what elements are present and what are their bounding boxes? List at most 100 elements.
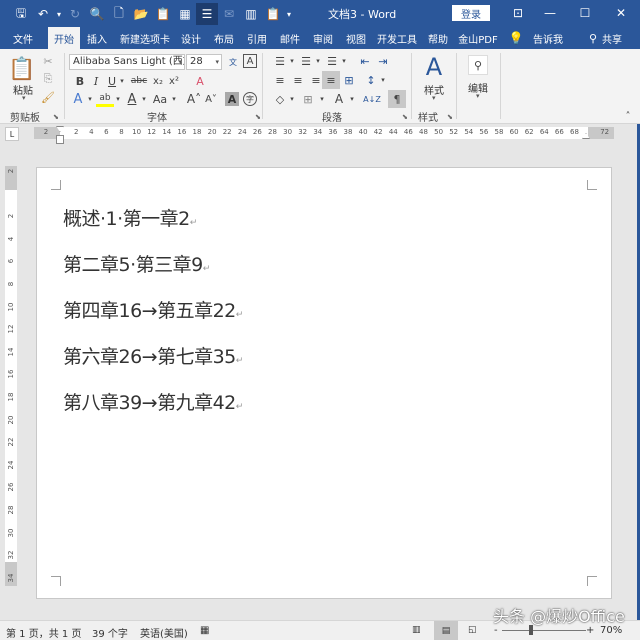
- underline-dropdown-icon[interactable]: ▾: [118, 73, 126, 89]
- clipboard-launcher-icon[interactable]: ⬊: [53, 113, 59, 121]
- tab-kingsoft-pdf[interactable]: 金山PDF: [456, 27, 500, 49]
- clipboard-icon[interactable]: 📋: [262, 3, 284, 25]
- chinese-layout-dropdown-icon[interactable]: ▾: [348, 91, 356, 107]
- text-effects-dropdown-icon[interactable]: ▾: [86, 91, 94, 107]
- chevron-down-icon[interactable]: ▾: [215, 55, 219, 69]
- horizontal-ruler[interactable]: 2 2 4 6 8 10 12 14 16 18 20 22 24 26 28 30 32 34 36 38 40 42 4…: [34, 126, 614, 144]
- tab-developer[interactable]: 开发工具: [374, 27, 420, 49]
- cut-icon[interactable]: ✂: [40, 53, 56, 69]
- open-folder-icon[interactable]: 📂: [130, 3, 152, 25]
- styles-launcher-icon[interactable]: ⬊: [447, 113, 453, 121]
- read-mode-view-icon[interactable]: ▥: [412, 625, 421, 635]
- document-paragraph[interactable]: 概述·1·第一章2↵: [63, 204, 197, 231]
- highlight-dropdown-icon[interactable]: ▾: [114, 91, 122, 107]
- email-icon[interactable]: ✉: [218, 3, 240, 25]
- paste-icon[interactable]: 📋: [8, 55, 35, 83]
- maximize-icon[interactable]: ☐: [570, 3, 600, 23]
- font-color-dropdown-icon[interactable]: ▾: [140, 91, 148, 107]
- web-layout-view-icon[interactable]: ◱: [468, 625, 477, 635]
- show-formatting-marks-button[interactable]: ¶: [388, 90, 406, 108]
- increase-indent-button[interactable]: ⇥: [375, 53, 391, 69]
- bullets-dropdown-icon[interactable]: ▾: [288, 53, 296, 69]
- document-paragraph[interactable]: 第四章16→第五章22↵: [63, 296, 243, 323]
- font-name-combobox[interactable]: Alibaba Sans Light (西文 ▾: [69, 54, 185, 70]
- enclose-characters-icon[interactable]: 字: [243, 92, 257, 106]
- collapse-ribbon-icon[interactable]: ˄: [622, 111, 634, 122]
- copy-icon[interactable]: ⎘: [40, 71, 56, 87]
- language-status[interactable]: 英语(美国): [140, 625, 188, 640]
- align-left-button[interactable]: ≡: [272, 72, 288, 88]
- chinese-layout-button[interactable]: A: [330, 91, 348, 107]
- paste-special-icon[interactable]: 📋: [152, 3, 174, 25]
- print-layout-view-icon[interactable]: ▤: [434, 621, 458, 640]
- tab-view[interactable]: 视图: [341, 27, 371, 49]
- italic-button[interactable]: I: [88, 73, 104, 89]
- font-size-combobox[interactable]: 28 ▾: [186, 54, 222, 70]
- font-launcher-icon[interactable]: ⬊: [255, 113, 261, 121]
- tab-selector[interactable]: L: [5, 127, 19, 141]
- paste-dropdown-icon[interactable]: ▾: [22, 94, 26, 102]
- read-mode-icon[interactable]: ☰: [196, 3, 218, 25]
- paragraph-launcher-icon[interactable]: ⬊: [402, 113, 408, 121]
- change-case-dropdown-icon[interactable]: ▾: [170, 91, 178, 107]
- tab-new-tab[interactable]: 新建选项卡: [116, 27, 174, 49]
- document-paragraph[interactable]: 第二章5·第三章9↵: [63, 250, 210, 277]
- minimize-icon[interactable]: —: [535, 3, 565, 23]
- tab-home[interactable]: 开始: [48, 27, 80, 49]
- new-document-icon[interactable]: 🗋: [108, 3, 130, 25]
- line-spacing-dropdown-icon[interactable]: ▾: [379, 72, 387, 88]
- editing-dropdown-icon[interactable]: ▾: [476, 92, 480, 100]
- print-preview-icon[interactable]: 🔍: [86, 3, 108, 25]
- ribbon-display-options-icon[interactable]: ⊡: [503, 3, 533, 23]
- format-painter-icon[interactable]: 🖌: [40, 89, 56, 105]
- superscript-button[interactable]: x²: [166, 73, 182, 89]
- chevron-down-icon[interactable]: ▾: [178, 55, 182, 69]
- decrease-indent-button[interactable]: ⇤: [357, 53, 373, 69]
- bullets-button[interactable]: ☰: [272, 53, 288, 69]
- tab-help[interactable]: 帮助: [424, 27, 452, 49]
- text-effects-icon[interactable]: A: [70, 91, 86, 107]
- word-count-status[interactable]: 39 个字: [92, 625, 128, 640]
- borders-dropdown-icon[interactable]: ▾: [318, 91, 326, 107]
- zoom-slider-track[interactable]: [502, 630, 586, 631]
- tab-references[interactable]: 引用: [242, 27, 272, 49]
- line-spacing-button[interactable]: ↕: [363, 72, 379, 88]
- sort-button[interactable]: A↓Z: [363, 91, 381, 107]
- save-icon[interactable]: 🖫: [10, 3, 32, 25]
- document-paragraph[interactable]: 第六章26→第七章35↵: [63, 342, 243, 369]
- document-page[interactable]: 概述·1·第一章2↵ 第二章5·第三章9↵ 第四章16→第五章22↵ 第六章26…: [36, 167, 612, 599]
- character-border-icon[interactable]: A: [243, 54, 257, 68]
- screenshot-icon[interactable]: ▦: [174, 3, 196, 25]
- document-paragraph[interactable]: 第八章39→第九章42↵: [63, 388, 243, 415]
- multilevel-dropdown-icon[interactable]: ▾: [340, 53, 348, 69]
- login-button[interactable]: 登录: [452, 5, 490, 21]
- tab-layout[interactable]: 布局: [209, 27, 239, 49]
- macro-recording-icon[interactable]: ▦: [200, 625, 209, 636]
- search-icon[interactable]: ⚲: [468, 55, 488, 75]
- tell-me-search[interactable]: 告诉我: [530, 27, 566, 49]
- borders-button[interactable]: ⊞: [300, 91, 316, 107]
- shading-dropdown-icon[interactable]: ▾: [288, 91, 296, 107]
- share-button[interactable]: 共享: [600, 27, 624, 49]
- change-case-button[interactable]: Aa: [150, 91, 170, 107]
- strikethrough-button[interactable]: abc: [128, 73, 150, 89]
- qat-customize-icon[interactable]: ▾: [284, 3, 294, 25]
- redo-icon[interactable]: ↻: [64, 3, 86, 25]
- left-indent-marker[interactable]: [56, 135, 64, 144]
- tab-file[interactable]: 文件: [6, 27, 40, 49]
- shading-button[interactable]: ◇: [272, 91, 288, 107]
- tab-mailings[interactable]: 邮件: [275, 27, 305, 49]
- styles-icon[interactable]: A: [420, 53, 448, 81]
- multilevel-list-button[interactable]: ☰: [324, 53, 340, 69]
- tab-review[interactable]: 审阅: [308, 27, 338, 49]
- numbering-button[interactable]: ☰: [298, 53, 314, 69]
- justify-button[interactable]: ≡: [322, 71, 340, 89]
- clear-formatting-icon[interactable]: A: [192, 73, 208, 89]
- undo-icon[interactable]: ↶: [32, 3, 54, 25]
- styles-dropdown-icon[interactable]: ▾: [432, 94, 436, 102]
- character-shading-icon[interactable]: A: [225, 92, 239, 106]
- columns-icon[interactable]: ▥: [240, 3, 262, 25]
- bold-button[interactable]: B: [72, 73, 88, 89]
- phonetic-guide-icon[interactable]: 文: [225, 53, 241, 71]
- numbering-dropdown-icon[interactable]: ▾: [314, 53, 322, 69]
